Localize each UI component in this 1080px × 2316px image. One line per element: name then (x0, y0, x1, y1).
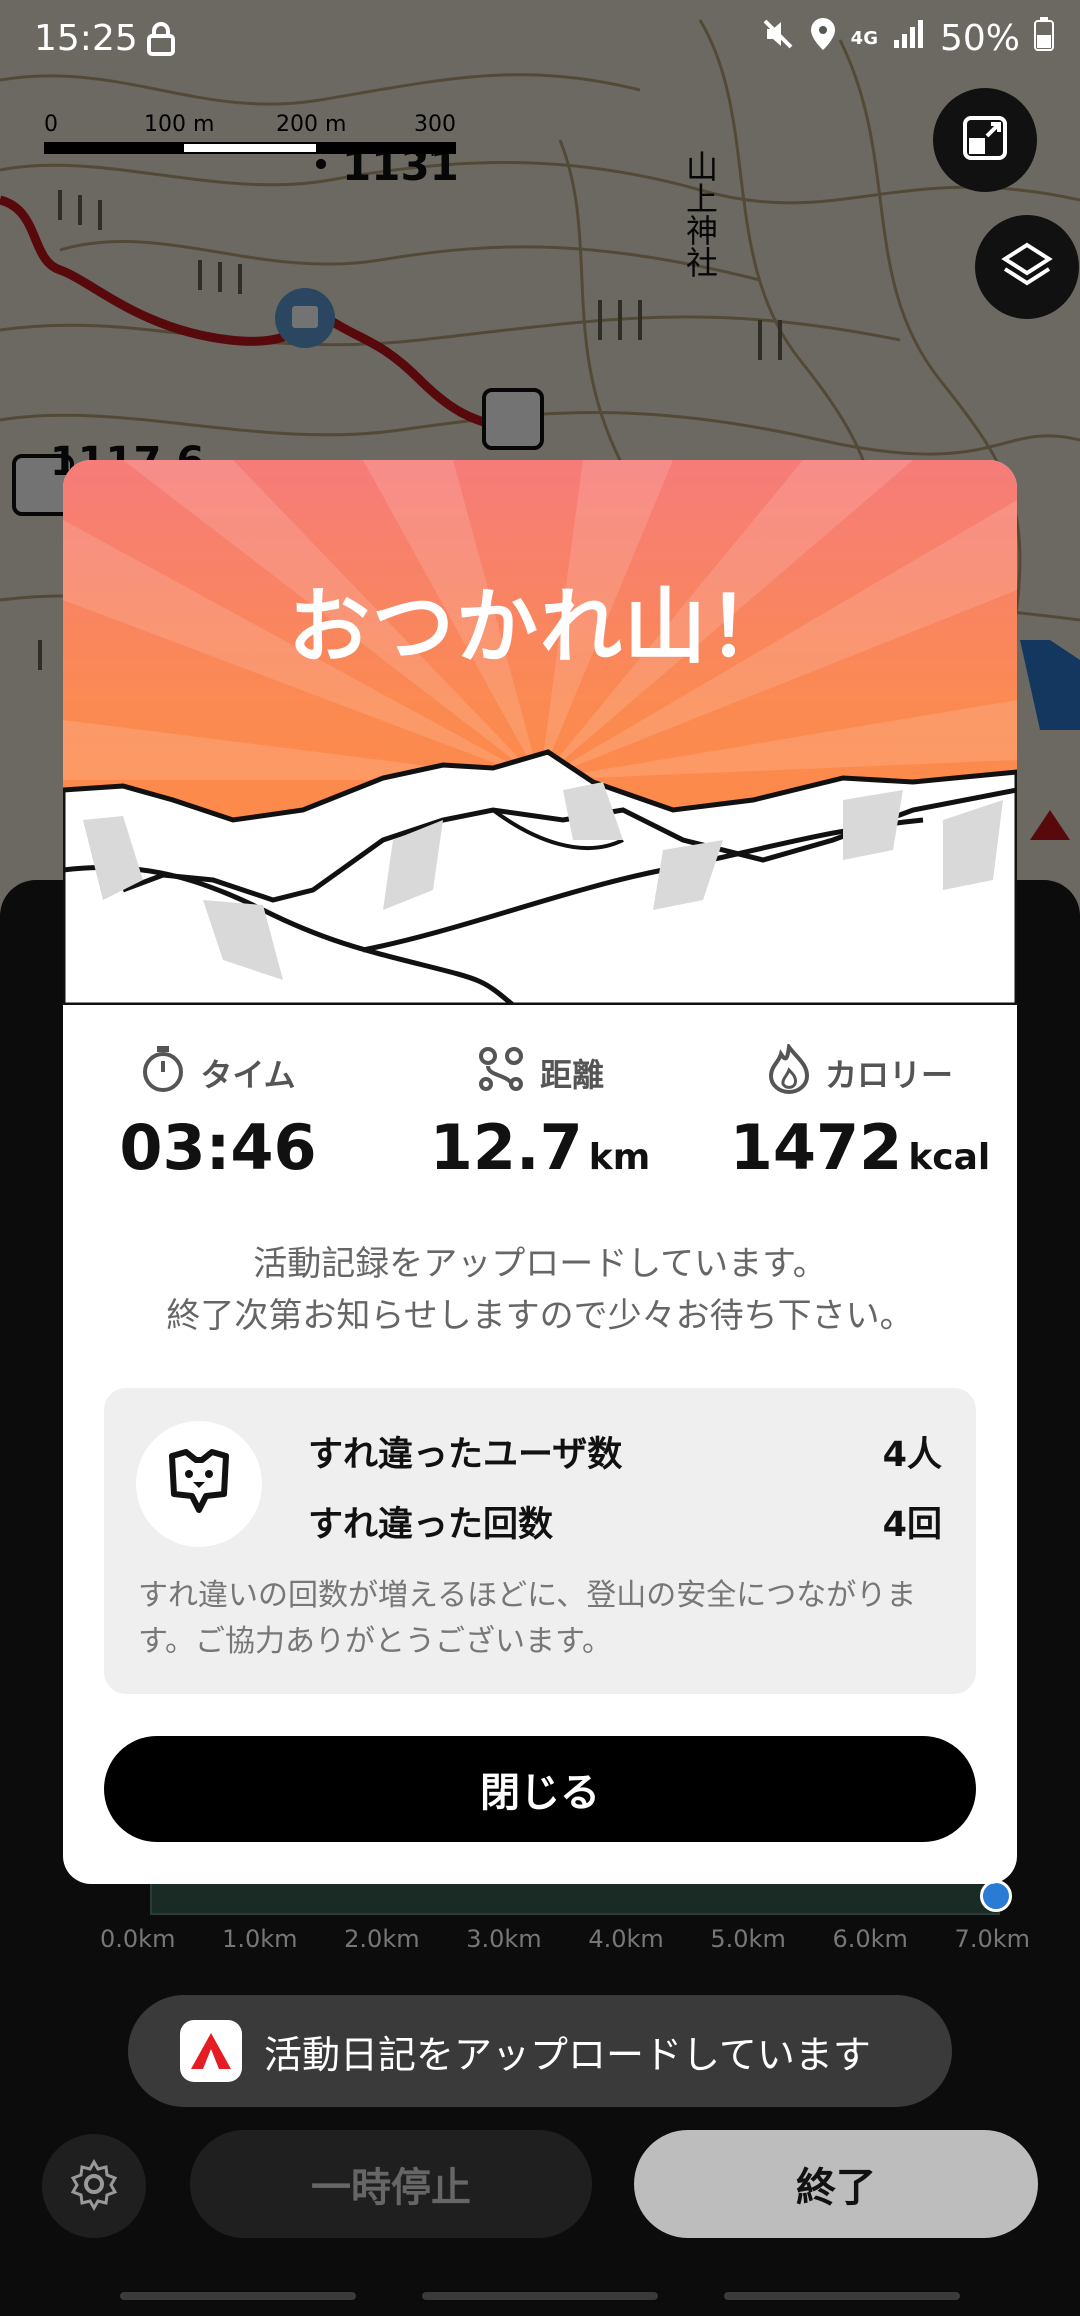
axis-tick: 3.0km (466, 1925, 542, 1953)
axis-tick: 2.0km (344, 1925, 420, 1953)
fit-screen-icon (959, 112, 1011, 168)
axis-tick: 5.0km (710, 1925, 786, 1953)
scale-label: 200 m (276, 112, 347, 137)
stat-value: 1472 (729, 1111, 903, 1184)
axis-tick: 0.0km (100, 1925, 176, 1953)
stat-time: タイム 03:46 (68, 1045, 368, 1184)
stat-value: 12.7 (429, 1111, 583, 1184)
status-bar: 15:25 4G 50% (0, 0, 1080, 80)
stat-calories: カロリー 1472 kcal (710, 1041, 1010, 1184)
axis-tick: 6.0km (832, 1925, 908, 1953)
mute-icon (761, 17, 795, 60)
stat-unit: km (588, 1137, 651, 1178)
layers-icon (999, 237, 1055, 297)
end-button[interactable]: 終了 (634, 2130, 1038, 2238)
battery-percent: 50% (939, 18, 1020, 59)
axis-tick: 1.0km (222, 1925, 298, 1953)
elevation-axis: 0.0km 1.0km 2.0km 3.0km 4.0km 5.0km 6.0k… (100, 1925, 1030, 1953)
flame-icon (767, 1041, 811, 1102)
stopwatch-icon (140, 1044, 186, 1102)
passing-users-label: すれ違ったユーザ数 (308, 1435, 623, 1475)
passing-users-value: 4人 (882, 1435, 942, 1475)
passing-count-row: すれ違った回数 4回 (308, 1496, 942, 1547)
passing-info-card: すれ違ったユーザ数 4人 すれ違った回数 4回 すれ違いの回数が増えるほどに、登… (104, 1388, 976, 1694)
gear-icon (67, 2157, 121, 2215)
bottom-controls: 一時停止 終了 (0, 2130, 1080, 2250)
passing-count-value: 4回 (882, 1505, 942, 1545)
network-label: 4G (850, 28, 878, 49)
map-scale-bar: 0 100 m 200 m 300 m (44, 110, 464, 170)
stat-label: 距離 (539, 1056, 604, 1094)
activity-stats: タイム 03:46 距離 12.7 km カロリー 1472 kcal (63, 1041, 1017, 1184)
toast-text: 活動日記をアップロードしています (264, 2032, 871, 2077)
hero-banner: おつかれ山！ (63, 460, 1017, 1005)
stat-label: タイム (200, 1056, 296, 1094)
upload-message: 活動記録をアップロードしています。 終了次第お知らせしますので少々お待ち下さい。 (63, 1238, 1017, 1342)
stat-unit: kcal (908, 1137, 991, 1178)
scale-label: 300 m (414, 112, 456, 162)
location-icon (809, 16, 837, 61)
stat-value: 03:46 (119, 1111, 317, 1184)
passing-icon (136, 1421, 262, 1547)
activity-complete-dialog: おつかれ山！ タイム 03:46 距離 12.7 km カロリー 1472 kcal (63, 460, 1017, 1884)
passing-users-row: すれ違ったユーザ数 4人 (308, 1426, 942, 1477)
lock-icon (146, 22, 176, 65)
pause-button[interactable]: 一時停止 (190, 2130, 592, 2238)
passing-note: すれ違いの回数が増えるほどに、登山の安全につながります。ご協力ありがとうございま… (138, 1578, 917, 1659)
scale-label: 100 m (144, 112, 215, 137)
map-fit-button[interactable] (933, 88, 1037, 192)
signal-icon (892, 18, 926, 59)
route-icon (476, 1044, 526, 1102)
upload-message-line1: 活動記録をアップロードしています。 (253, 1244, 827, 1284)
stat-label: カロリー (824, 1056, 953, 1094)
settings-button[interactable] (42, 2134, 146, 2238)
upload-message-line2: 終了次第お知らせしますので少々お待ち下さい。 (166, 1296, 914, 1336)
stat-distance: 距離 12.7 km (390, 1045, 690, 1184)
dialog-title: おつかれ山！ (287, 580, 792, 675)
scale-label: 0 (44, 112, 58, 137)
passing-count-label: すれ違った回数 (308, 1505, 554, 1545)
app-logo-icon (180, 2020, 242, 2082)
axis-tick: 4.0km (588, 1925, 664, 1953)
system-nav-bar (0, 2286, 1080, 2316)
battery-icon (1034, 17, 1054, 60)
current-position-marker (980, 1880, 1012, 1912)
map-layers-button[interactable] (975, 215, 1079, 319)
close-button[interactable]: 閉じる (104, 1736, 976, 1842)
axis-tick: 7.0km (954, 1925, 1030, 1953)
upload-toast: 活動日記をアップロードしています (128, 1995, 952, 2107)
status-time: 15:25 (34, 18, 138, 59)
